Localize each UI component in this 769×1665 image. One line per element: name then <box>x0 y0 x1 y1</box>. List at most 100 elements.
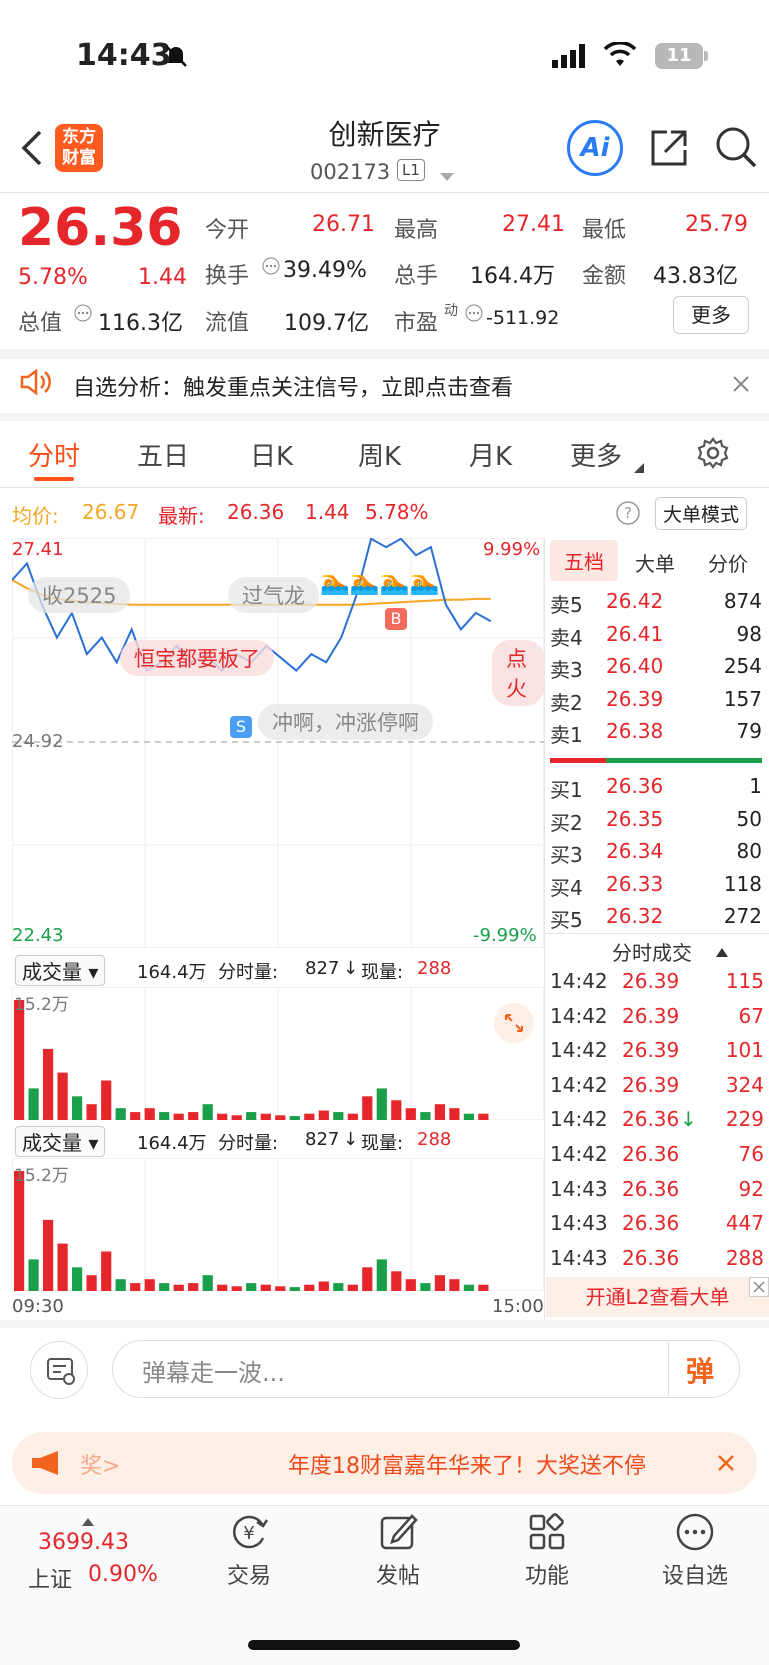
active-tab-underline <box>34 477 74 481</box>
volume-bar <box>376 1259 387 1291</box>
trades-collapse-icon[interactable] <box>716 943 728 962</box>
tab-five-day[interactable]: 五日 <box>137 436 189 473</box>
volume-bar <box>231 1115 242 1120</box>
close-icon[interactable] <box>716 1453 736 1477</box>
trade-qty: 76 <box>738 1142 764 1166</box>
tab-monthly-k[interactable]: 月K <box>469 436 512 473</box>
nav-trade[interactable]: 交易 <box>189 1558 309 1590</box>
order-book-price: 26.36 <box>606 774 664 798</box>
tab-intraday[interactable]: 分时 <box>28 436 80 473</box>
volume-bar <box>478 1284 489 1291</box>
info-dots-icon[interactable] <box>261 256 281 280</box>
volume-bar <box>304 1113 315 1120</box>
tab-big-orders[interactable]: 大单 <box>635 548 675 577</box>
dropdown-icon[interactable] <box>440 168 454 187</box>
volume-total: 164.4万 <box>137 962 207 983</box>
volume-bar <box>43 1219 54 1291</box>
trade-price: 26.36 <box>622 1107 680 1132</box>
order-book-qty: 80 <box>736 839 762 863</box>
trade-icon[interactable]: ¥ <box>229 1512 269 1552</box>
tab-more[interactable]: 更多 <box>570 436 622 473</box>
tab-weekly-k[interactable]: 周K <box>358 436 401 473</box>
volume-bar <box>28 1259 39 1291</box>
order-book-price: 26.39 <box>606 686 664 711</box>
volume-bar <box>391 1271 402 1291</box>
expand-icon[interactable] <box>494 1003 534 1043</box>
pe-value: -511.92 <box>486 307 560 329</box>
big-order-mode-button[interactable]: 大单模式 <box>655 497 748 530</box>
volume-bar <box>173 1113 184 1120</box>
trade-qty: 288 <box>725 1245 764 1270</box>
nav-functions[interactable]: 功能 <box>487 1558 607 1590</box>
volume-bar <box>144 1279 155 1291</box>
volume-bar <box>405 1279 416 1291</box>
trade-qty: 101 <box>725 1038 764 1063</box>
trade-time: 14:43 <box>550 1176 608 1201</box>
volume-label: 总手 <box>394 264 439 289</box>
order-book-qty: 98 <box>736 621 762 646</box>
settings-gear-icon[interactable] <box>697 437 729 473</box>
trade-qty: 447 <box>725 1211 764 1236</box>
indicator-select[interactable]: 成交量 ▾ <box>15 955 106 986</box>
post-icon[interactable] <box>378 1512 418 1552</box>
swimmer-icon: 🏊🏊🏊🏊 <box>320 568 440 596</box>
danmaku-send-button[interactable]: 弹 <box>686 1350 714 1390</box>
danmaku-placeholder: 弹幕走一波... <box>142 1359 285 1387</box>
trade-price: 26.36 <box>622 1211 680 1236</box>
nav-add-favorite[interactable]: 设自选 <box>635 1558 755 1590</box>
volume-bar <box>188 1283 199 1291</box>
svg-text:¥: ¥ <box>243 1523 254 1544</box>
mute-icon <box>162 42 190 74</box>
volume-bar <box>449 1279 460 1291</box>
share-icon[interactable] <box>647 126 691 174</box>
volume-bar <box>275 1286 286 1291</box>
down-arrow-icon: ↓ <box>343 1129 359 1150</box>
more-button[interactable]: 更多 <box>673 296 749 334</box>
more-dots-icon[interactable] <box>675 1512 715 1552</box>
ai-button[interactable]: Ai <box>567 120 623 176</box>
tab-price-distribution[interactable]: 分价 <box>708 548 748 577</box>
volume-chart[interactable] <box>12 1158 544 1291</box>
trade-price: 26.36 <box>622 1176 680 1201</box>
index-pct[interactable]: 0.90% <box>88 1562 158 1587</box>
info-dots-icon[interactable] <box>464 303 484 327</box>
volume-bar <box>275 1115 286 1120</box>
avg-value: 26.67 <box>82 500 140 524</box>
open-l2-button[interactable]: 开通L2查看大单 <box>546 1277 769 1317</box>
trades-divider <box>545 933 769 934</box>
volume-bar <box>347 1284 358 1291</box>
close-icon[interactable] <box>749 1277 769 1297</box>
trades-title[interactable]: 分时成交 <box>612 937 692 966</box>
volume-bar <box>173 1284 184 1291</box>
notice-text[interactable]: 自选分析：触发重点关注信号，立即点击查看 <box>73 370 513 402</box>
nav-post[interactable]: 发帖 <box>338 1558 458 1590</box>
search-icon[interactable] <box>713 124 759 176</box>
order-book-qty: 118 <box>723 871 762 896</box>
volume-bar <box>420 1283 431 1291</box>
indicator-select[interactable]: 成交量 ▾ <box>15 1126 106 1157</box>
danmaku-settings-button[interactable] <box>30 1341 88 1399</box>
trade-qty: 229 <box>725 1107 764 1132</box>
trade-time: 14:42 <box>550 1072 608 1097</box>
help-icon[interactable]: ? <box>615 500 641 530</box>
volume-bar <box>347 1113 358 1120</box>
seg-volume-value: 827 <box>305 958 340 979</box>
level-badge[interactable]: L1 <box>397 159 425 181</box>
tab-five-levels[interactable]: 五档 <box>550 540 618 581</box>
order-book-label: 卖2 <box>550 690 583 715</box>
volume-bar <box>289 1116 300 1120</box>
low-label: 最低 <box>582 218 627 243</box>
down-arrow-icon: ↓ <box>343 958 359 979</box>
close-icon[interactable] <box>732 375 750 397</box>
latest-label: 最新: <box>158 504 205 528</box>
volume-value: 164.4万 <box>470 264 555 289</box>
index-value[interactable]: 3699.43 <box>38 1530 129 1555</box>
tab-daily-k[interactable]: 日K <box>250 436 293 473</box>
chart-top-price: 27.41 <box>12 539 64 560</box>
info-dots-icon[interactable] <box>73 303 93 327</box>
volume-chart[interactable] <box>12 987 544 1120</box>
volume-bar <box>86 1275 97 1291</box>
volume-bar <box>188 1112 199 1120</box>
functions-grid-icon[interactable] <box>527 1512 567 1552</box>
index-name[interactable]: 上证 <box>28 1562 72 1594</box>
